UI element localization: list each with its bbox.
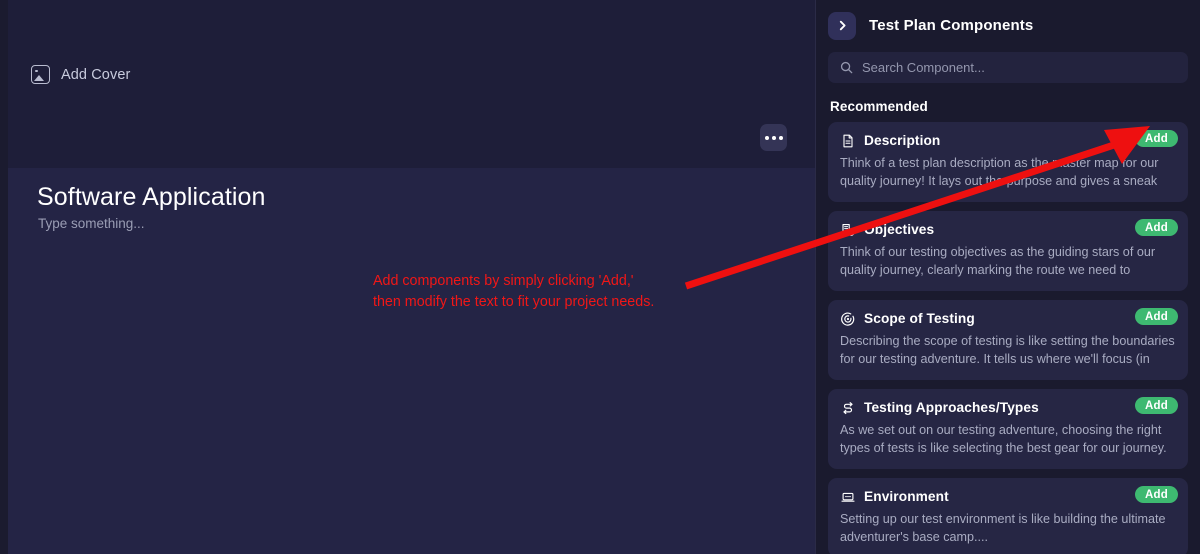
collapse-panel-button[interactable] [828, 11, 856, 40]
add-component-button[interactable]: Add [1135, 308, 1178, 325]
component-card-header: Objectives [840, 220, 1176, 239]
annotation-text: Add components by simply clicking 'Add,'… [373, 271, 654, 313]
recommended-section-title: Recommended [830, 99, 928, 114]
document-title[interactable]: Software Application [37, 183, 266, 212]
document-editor: Add Cover Software Application Type some… [0, 0, 815, 554]
component-card-header: Description [840, 131, 1176, 150]
component-card-header: Environment [840, 487, 1176, 506]
component-card-header: Scope of Testing [840, 309, 1176, 328]
component-description: Describing the scope of testing is like … [840, 334, 1175, 366]
component-card[interactable]: Description Think of a test plan descrip… [828, 122, 1188, 202]
ellipsis-dot [764, 135, 769, 140]
component-card-header: Testing Approaches/Types [840, 398, 1176, 417]
document-icon [840, 133, 855, 148]
panel-title: Test Plan Components [869, 17, 1034, 34]
panel-header: Test Plan Components [816, 0, 1200, 42]
component-card[interactable]: Objectives Think of our testing objectiv… [828, 211, 1188, 291]
add-cover-button[interactable]: Add Cover [31, 65, 130, 84]
ellipsis-dot [771, 135, 776, 140]
search-component-bar[interactable] [828, 52, 1188, 83]
annotation-line-2: then modify the text to fit your project… [373, 294, 655, 310]
search-input[interactable] [862, 60, 1176, 75]
annotation-line-1: Add components by simply clicking 'Add,' [373, 273, 634, 289]
component-title: Objectives [864, 222, 935, 237]
test-plan-components-panel: Test Plan Components Recommended [815, 0, 1200, 554]
add-component-button[interactable]: Add [1135, 219, 1178, 236]
chevron-right-icon [839, 20, 846, 31]
add-cover-label: Add Cover [61, 66, 131, 83]
target-icon [840, 311, 855, 326]
component-title: Environment [864, 489, 949, 504]
laptop-icon [840, 489, 855, 504]
add-component-button[interactable]: Add [1135, 130, 1178, 147]
component-title: Testing Approaches/Types [864, 400, 1039, 415]
component-description: Think of our testing objectives as the g… [840, 245, 1156, 277]
component-card[interactable]: Environment Setting up our test environm… [828, 478, 1188, 554]
editor-cover-zone [8, 0, 815, 168]
component-description: Setting up our test environment is like … [840, 512, 1166, 544]
component-card[interactable]: Testing Approaches/Types As we set out o… [828, 389, 1188, 469]
add-component-button[interactable]: Add [1135, 486, 1178, 503]
component-description: As we set out on our testing adventure, … [840, 423, 1167, 455]
list-check-icon [840, 222, 855, 237]
image-icon [31, 65, 50, 84]
component-card[interactable]: Scope of Testing Describing the scope of… [828, 300, 1188, 380]
search-icon [840, 61, 853, 74]
component-title: Scope of Testing [864, 311, 975, 326]
app-root: Add Cover Software Application Type some… [0, 0, 1200, 554]
component-description: Think of a test plan description as the … [840, 156, 1159, 188]
document-body-placeholder[interactable]: Type something... [38, 216, 145, 231]
component-list: Description Think of a test plan descrip… [816, 122, 1200, 554]
swap-arrows-icon [840, 400, 855, 415]
ellipsis-dot [778, 135, 783, 140]
more-options-button[interactable] [760, 124, 787, 151]
add-component-button[interactable]: Add [1135, 397, 1178, 414]
component-title: Description [864, 133, 941, 148]
editor-left-rail [0, 0, 8, 554]
